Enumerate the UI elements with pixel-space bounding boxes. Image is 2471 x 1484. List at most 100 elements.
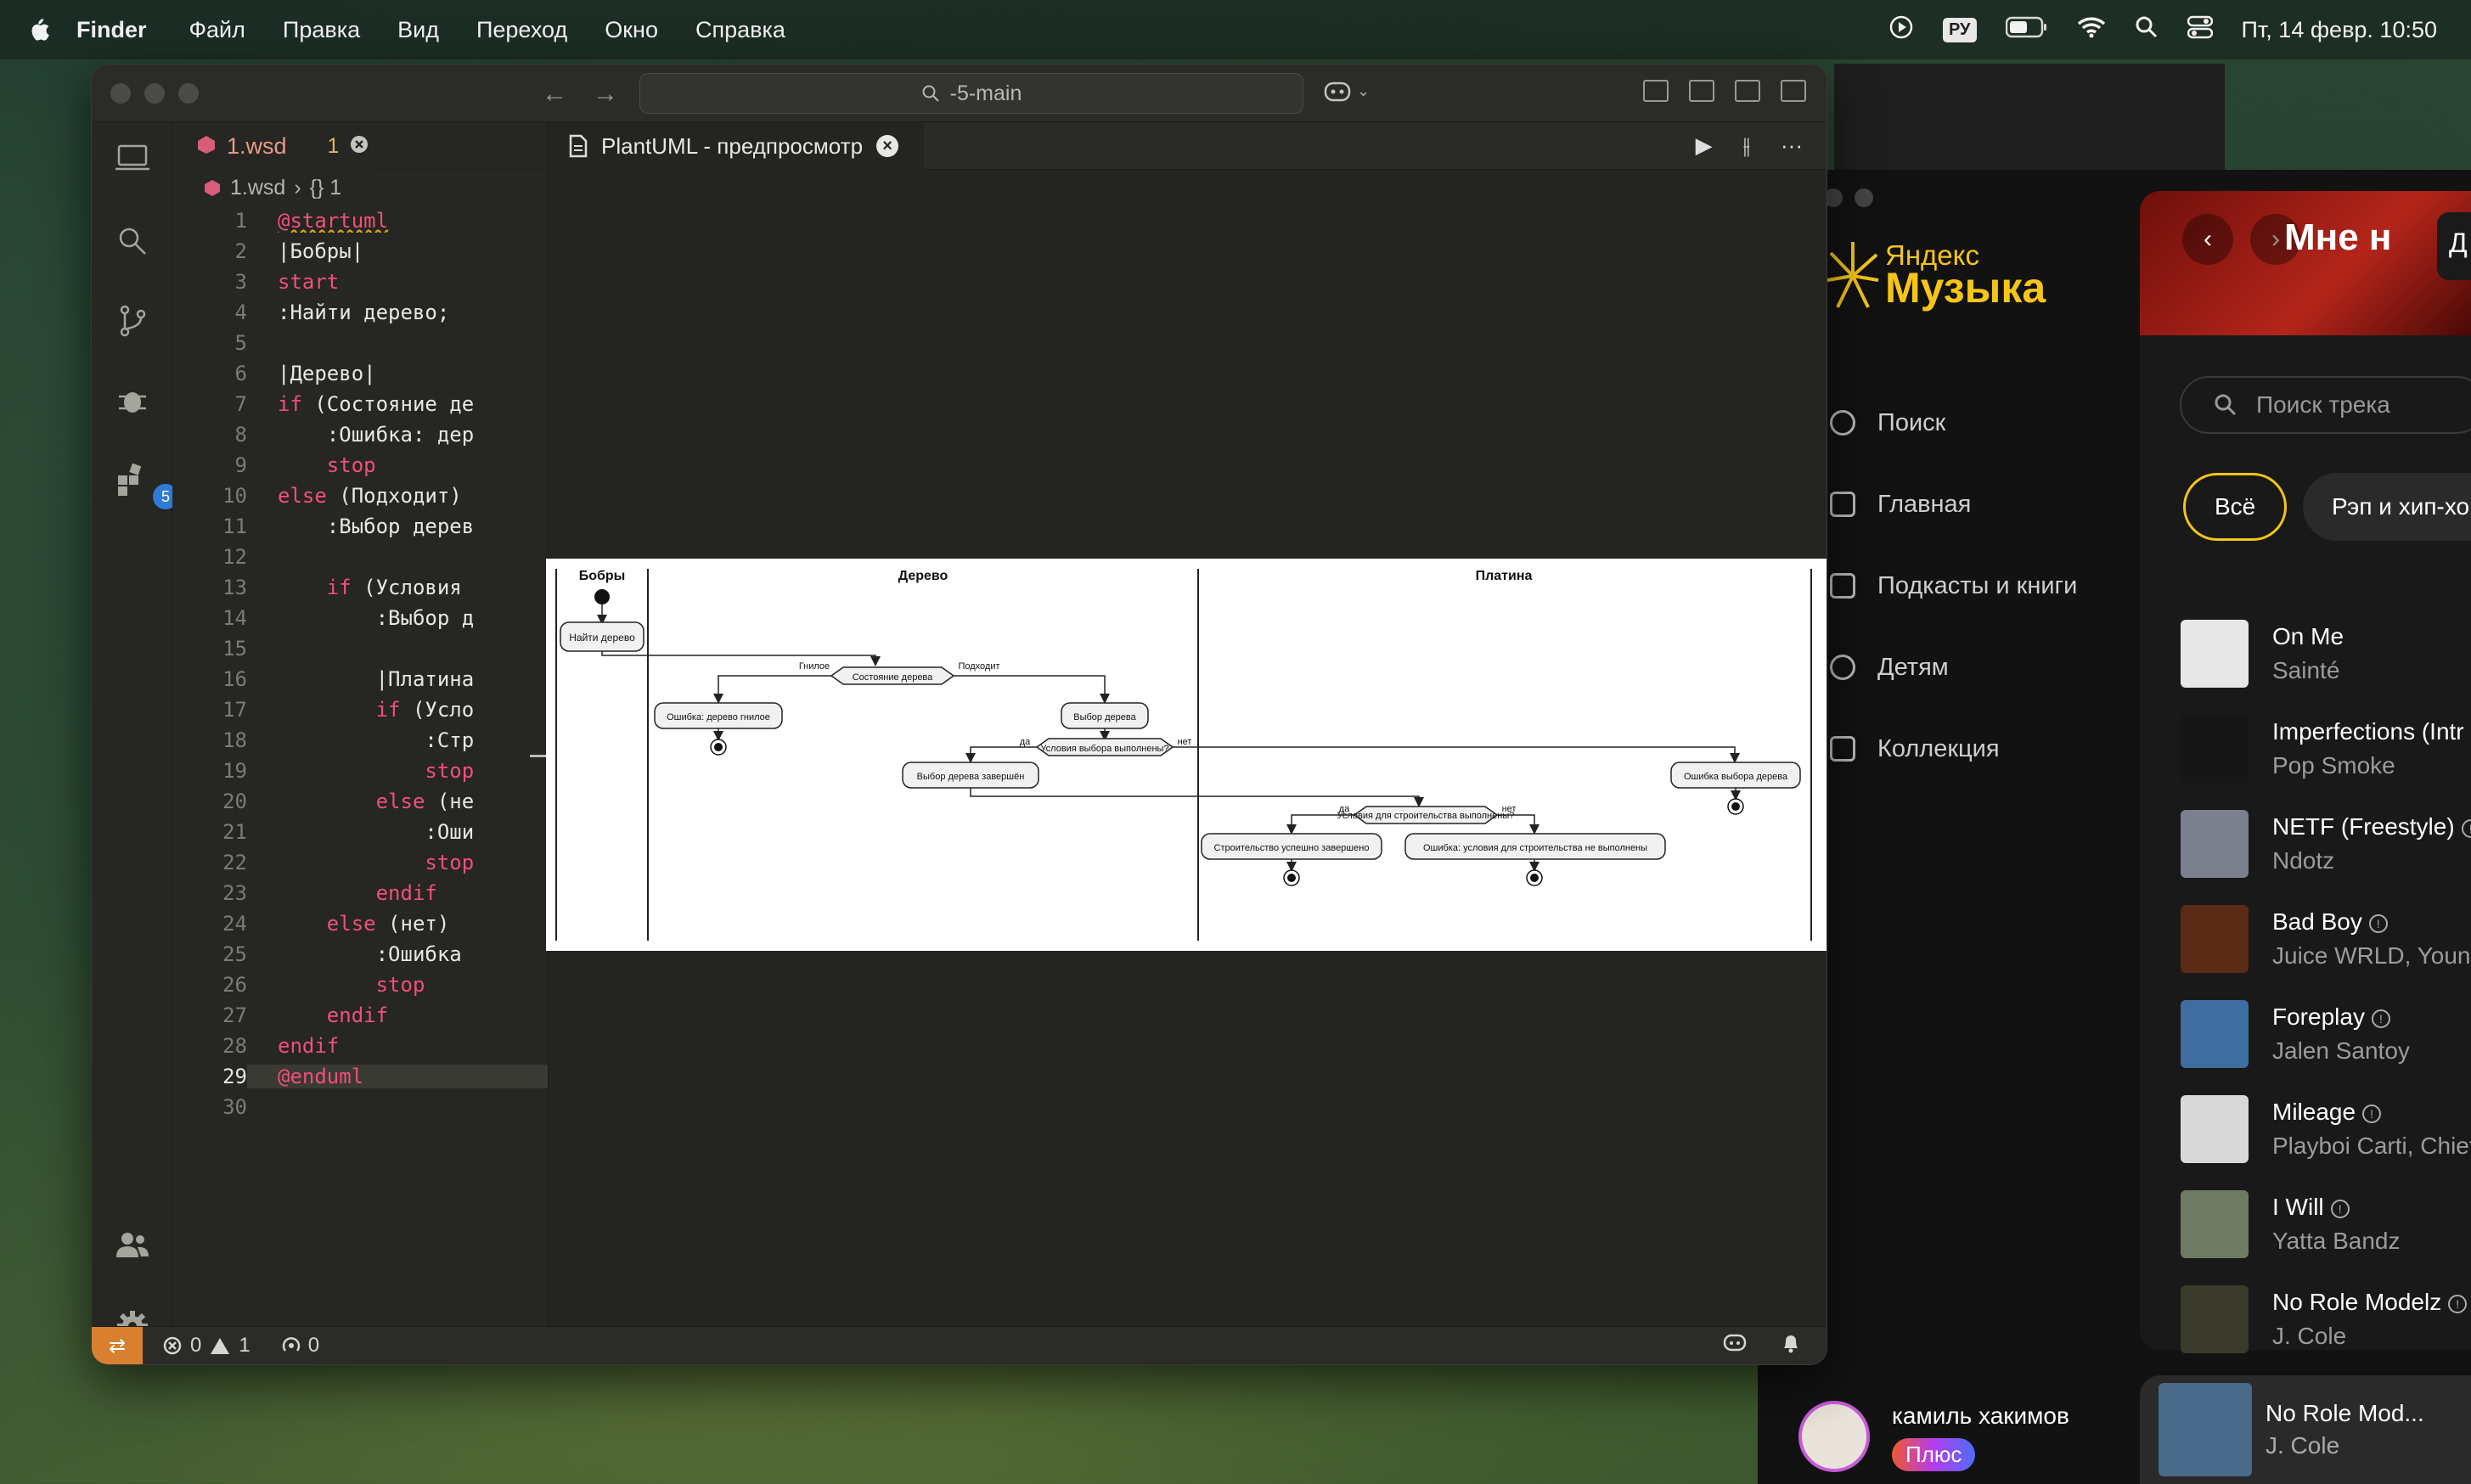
code-line[interactable]: 10 else (Подходит): [172, 481, 563, 511]
track-row[interactable]: Bad Boy! Juice WRLD, Young: [2181, 891, 2471, 987]
run-icon[interactable]: ▶: [1696, 132, 1713, 160]
code-line[interactable]: 16 |Платина: [172, 664, 563, 694]
ports-indicator[interactable]: 0: [281, 1334, 319, 1358]
music-nav-podcasts[interactable]: Подкасты и книги: [1830, 545, 2077, 627]
track-row[interactable]: I Will! Yatta Bandz: [2181, 1177, 2471, 1272]
code-line[interactable]: 15: [172, 633, 563, 664]
plantuml-diagram[interactable]: Бобры Дерево Платина Найти дерево Состоя…: [546, 559, 1827, 951]
code-line[interactable]: 29 @enduml: [172, 1061, 563, 1092]
toggle-sidebar-icon[interactable]: [1689, 80, 1714, 102]
code-line[interactable]: 28 endif: [172, 1031, 563, 1061]
close-icon[interactable]: [349, 134, 369, 159]
track-row[interactable]: NETF (Freestyle)! Ndotz: [2181, 796, 2471, 891]
track-row[interactable]: Imperfections (Intr Pop Smoke: [2181, 701, 2471, 796]
menu-app-finder[interactable]: Finder: [76, 17, 147, 43]
code-line[interactable]: 25 :Ошибка: [172, 939, 563, 970]
forward-arrow-icon[interactable]: →: [593, 80, 618, 109]
spotlight-search-icon[interactable]: [2135, 15, 2159, 45]
chip-rap[interactable]: Рэп и хип-хоп: [2303, 473, 2471, 541]
code-line[interactable]: 2 |Бобры|: [172, 236, 563, 267]
code-line[interactable]: 1 @startuml: [172, 205, 563, 236]
apple-icon[interactable]: [0, 16, 76, 43]
code-line[interactable]: 5: [172, 328, 563, 358]
music-nav-collection[interactable]: Коллекция: [1830, 708, 2077, 790]
track-row[interactable]: No Role Modelz! J. Cole: [2181, 1272, 2471, 1367]
chip-all[interactable]: Всё: [2183, 473, 2288, 541]
zoom-window-button[interactable]: [178, 83, 199, 104]
close-icon[interactable]: ×: [876, 135, 899, 157]
music-logo[interactable]: Яндекс Музыка: [1826, 238, 2046, 318]
menu-go[interactable]: Переход: [476, 17, 567, 43]
code-line[interactable]: 13 if (Условия: [172, 572, 563, 603]
code-line[interactable]: 23 endif: [172, 878, 563, 908]
menu-help[interactable]: Справка: [695, 17, 785, 43]
now-playing-icon[interactable]: [1888, 14, 1914, 46]
close-window-button[interactable]: [110, 83, 131, 104]
extensions-icon[interactable]: 5: [114, 462, 178, 509]
track-row[interactable]: Mileage! Playboi Carti, Chief: [2181, 1082, 2471, 1177]
menu-view[interactable]: Вид: [397, 17, 439, 43]
notifications-bell-icon[interactable]: [1781, 1332, 1801, 1360]
music-hero-banner[interactable]: [2140, 191, 2471, 335]
toggle-secondary-sidebar-icon[interactable]: [1781, 80, 1806, 102]
music-user-profile[interactable]: камиль хакимов Плюс: [1798, 1401, 2069, 1472]
code-line[interactable]: 30: [172, 1092, 563, 1122]
split-editor-icon[interactable]: ⫲: [1743, 132, 1750, 160]
code-line[interactable]: 11 :Выбор дерев: [172, 511, 563, 542]
source-control-icon[interactable]: [114, 302, 151, 340]
command-center[interactable]: -5-main: [639, 73, 1303, 114]
code-line[interactable]: 17 if (Усло: [172, 694, 563, 725]
accounts-icon[interactable]: [114, 1226, 151, 1263]
music-nav-kids[interactable]: Детям: [1830, 627, 2077, 708]
battery-icon[interactable]: [2005, 16, 2048, 44]
input-source-indicator[interactable]: РУ: [1942, 17, 1977, 42]
breadcrumb-symbol[interactable]: {} 1: [310, 176, 342, 200]
track-row[interactable]: On Me Sainté: [2181, 606, 2471, 701]
problems-indicator[interactable]: 0 1: [163, 1334, 250, 1358]
menu-clock[interactable]: Пт, 14 февр. 10:50: [2242, 17, 2437, 43]
code-line[interactable]: 8 :Ошибка: дер: [172, 419, 563, 450]
music-mini-player[interactable]: No Role Mod... J. Cole: [2140, 1375, 2471, 1484]
code-line[interactable]: 3 start: [172, 267, 563, 297]
tab-plantuml-preview[interactable]: PlantUML - предпросмотр ×: [549, 122, 924, 170]
code-line[interactable]: 26 stop: [172, 970, 563, 1000]
music-nav-search[interactable]: Поиск: [1830, 382, 2077, 464]
code-line[interactable]: 19 stop: [172, 756, 563, 786]
track-row[interactable]: Foreplay! Jalen Santoy: [2181, 987, 2471, 1082]
code-line[interactable]: 24 else (нет): [172, 908, 563, 939]
layout-customize-icon[interactable]: [1643, 80, 1669, 102]
toggle-panel-icon[interactable]: [1735, 80, 1760, 102]
code-line[interactable]: 22 stop: [172, 847, 563, 878]
hero-tag[interactable]: Д: [2437, 212, 2471, 280]
menu-window[interactable]: Окно: [605, 17, 658, 43]
back-arrow-icon[interactable]: ←: [542, 80, 567, 109]
code-line[interactable]: 6 |Дерево|: [172, 358, 563, 389]
remote-explorer-icon[interactable]: [114, 139, 151, 177]
code-line[interactable]: 18 :Стр: [172, 725, 563, 756]
code-line[interactable]: 4:Найти дерево;: [172, 297, 563, 328]
search-icon[interactable]: [114, 222, 151, 260]
menu-edit[interactable]: Правка: [283, 17, 360, 43]
music-nav-home[interactable]: Главная: [1830, 464, 2077, 545]
menu-file[interactable]: Файл: [189, 17, 245, 43]
track-search-input[interactable]: Поиск трека: [2180, 376, 2471, 434]
code-line[interactable]: 9 stop: [172, 450, 563, 481]
minimize-window-button[interactable]: [144, 83, 165, 104]
copilot-button[interactable]: ⌄: [1323, 78, 1370, 104]
control-center-icon[interactable]: [2187, 15, 2213, 45]
tab-1-wsd[interactable]: 1.wsd 1: [172, 122, 376, 170]
hero-prev-button[interactable]: ‹: [2182, 214, 2233, 265]
code-line[interactable]: 12: [172, 542, 563, 572]
run-debug-icon[interactable]: [114, 382, 151, 419]
remote-indicator-icon[interactable]: ⇄: [92, 1326, 143, 1364]
code-line[interactable]: 14 :Выбор д: [172, 603, 563, 633]
code-editor[interactable]: 1 @startuml 2 |Бобры| 3 start 4:Найти дерево; 5…: [172, 205, 563, 1258]
breadcrumb-file[interactable]: 1.wsd: [230, 176, 285, 200]
code-line[interactable]: 7 if (Состояние де: [172, 389, 563, 419]
code-line[interactable]: 20 else (не: [172, 786, 563, 817]
code-line[interactable]: 21 :Оши: [172, 817, 563, 847]
code-line[interactable]: 27 endif: [172, 1000, 563, 1031]
copilot-status-icon[interactable]: [1723, 1332, 1747, 1360]
more-actions-icon[interactable]: ···: [1781, 132, 1803, 160]
wifi-icon[interactable]: [2077, 16, 2106, 44]
